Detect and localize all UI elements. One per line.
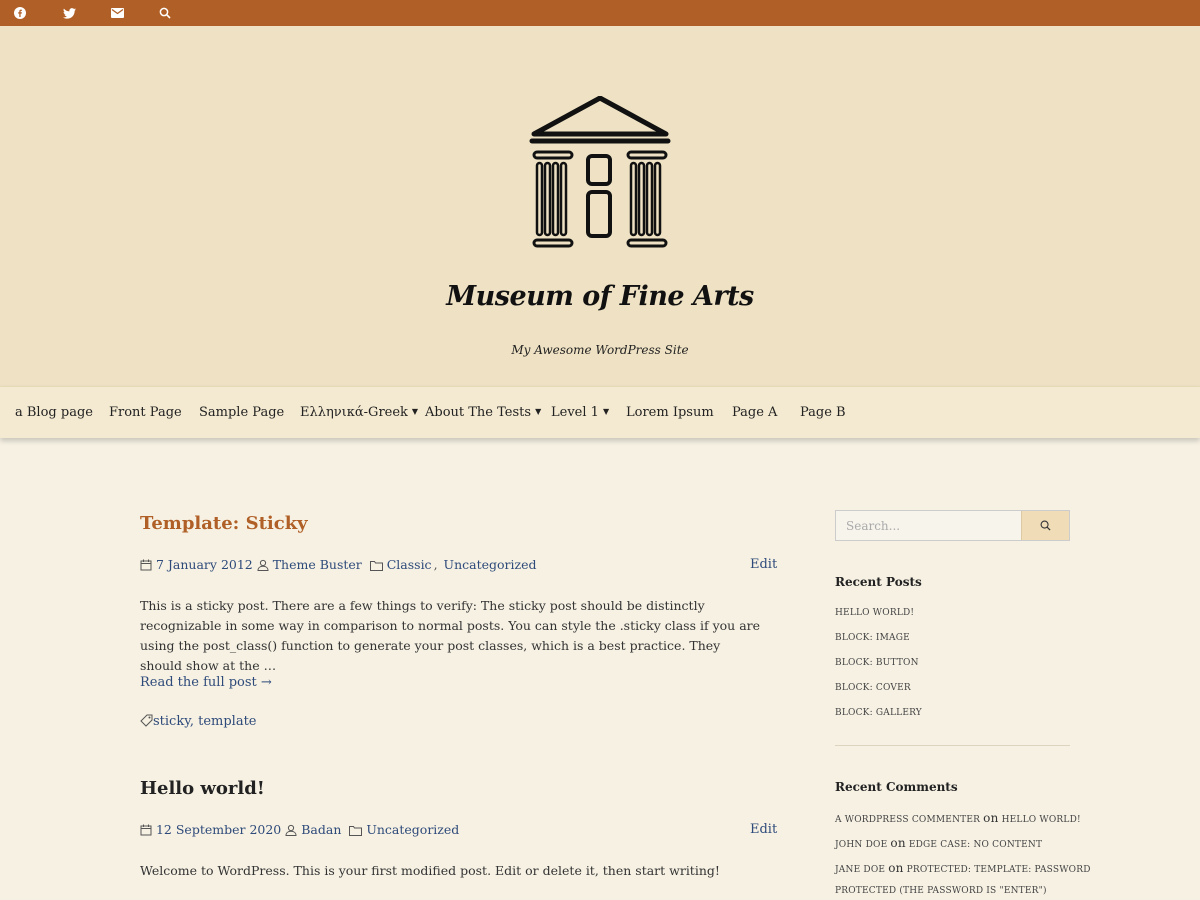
user-icon	[285, 824, 297, 836]
nav-item-greek[interactable]: Ελληνικά-Greek ▼	[300, 405, 418, 420]
caret-down-icon: ▼	[535, 407, 542, 416]
category-link[interactable]: Uncategorized	[366, 822, 459, 837]
post-excerpt: Welcome to WordPress. This is your first…	[140, 863, 720, 878]
search-icon[interactable]	[157, 5, 173, 21]
caret-down-icon: ▼	[411, 407, 419, 416]
museum-building-icon[interactable]	[528, 95, 672, 256]
comment-post-link[interactable]: Edge Case: No Content	[909, 840, 1042, 850]
post-meta: 7 January 2012 Theme Buster Classic, Unc…	[140, 557, 536, 572]
comment-author-link[interactable]: Jane Doe	[835, 865, 885, 875]
post-date[interactable]: 12 September 2020	[156, 822, 281, 837]
post-meta: 12 September 2020 Badan Uncategorized	[140, 822, 459, 837]
search-input[interactable]	[836, 511, 1022, 540]
comment-post-link[interactable]: Protected (the password is "enter")	[835, 886, 1047, 896]
tag-link[interactable]: template	[198, 714, 256, 729]
nav-item-sample-page[interactable]: Sample Page	[199, 405, 284, 420]
recent-comments-title: Recent Comments	[835, 780, 958, 794]
nav-item-blog-page[interactable]: a Blog page	[15, 405, 93, 420]
nav-item-page-b[interactable]: Page B	[800, 405, 846, 420]
social-bar	[0, 0, 1200, 26]
site-title[interactable]: Museum of Fine Arts	[0, 281, 1200, 312]
nav-item-level-1[interactable]: Level 1 ▼	[551, 405, 609, 420]
edit-link[interactable]: Edit	[750, 822, 777, 837]
post-author[interactable]: Badan	[301, 822, 341, 837]
caret-down-icon: ▼	[602, 407, 610, 416]
twitter-icon[interactable]	[61, 5, 77, 21]
post-date[interactable]: 7 January 2012	[156, 557, 253, 572]
post-title[interactable]: Template: Sticky	[140, 513, 308, 534]
nav-item-front-page[interactable]: Front Page	[109, 405, 182, 420]
category-link[interactable]: Classic	[387, 557, 432, 572]
site-tagline: My Awesome WordPress Site	[511, 343, 689, 357]
comment-post-link[interactable]: Hello world!	[1002, 815, 1081, 825]
category-link[interactable]: Uncategorized	[444, 557, 537, 572]
folder-icon	[349, 826, 363, 836]
comment-post-link[interactable]: Protected: Template: Password	[907, 865, 1091, 875]
calendar-icon	[140, 559, 152, 571]
nav-item-page-a[interactable]: Page A	[732, 405, 777, 420]
recent-comment: Protected (the password is "enter")	[835, 886, 1047, 896]
recent-post-link[interactable]: Block: Gallery	[835, 708, 922, 718]
recent-post-link[interactable]: Block: Cover	[835, 683, 911, 693]
recent-post-link[interactable]: Block: Image	[835, 633, 910, 643]
recent-comment: Jane Doe on Protected: Template: Passwor…	[835, 861, 1091, 875]
recent-comment: A WordPress Commenter on Hello world!	[835, 811, 1081, 825]
tag-icon	[140, 714, 153, 727]
post-title[interactable]: Hello world!	[140, 778, 265, 799]
folder-icon	[369, 561, 383, 571]
nav-item-lorem-ipsum[interactable]: Lorem Ipsum	[626, 405, 714, 420]
comment-author-link[interactable]: John Doe	[835, 840, 887, 850]
search-form	[835, 510, 1070, 541]
recent-post-link[interactable]: Hello world!	[835, 608, 914, 618]
calendar-icon	[140, 824, 152, 836]
user-icon	[257, 559, 269, 571]
recent-posts-title: Recent Posts	[835, 575, 922, 589]
main-navigation: a Blog page Front Page Sample Page Ελλην…	[0, 386, 1200, 438]
site-header: Museum of Fine Arts My Awesome WordPress…	[0, 26, 1200, 386]
tag-link[interactable]: sticky	[153, 714, 190, 729]
comment-author-link[interactable]: A WordPress Commenter	[835, 815, 980, 825]
search-icon	[1040, 520, 1051, 531]
search-button[interactable]	[1021, 511, 1069, 540]
divider	[835, 745, 1070, 746]
read-more-link[interactable]: Read the full post →	[140, 675, 272, 690]
edit-link[interactable]: Edit	[750, 557, 777, 572]
post-author[interactable]: Theme Buster	[273, 557, 362, 572]
post-tags: sticky, template	[140, 714, 257, 729]
facebook-icon[interactable]	[12, 5, 28, 21]
nav-item-about-tests[interactable]: About The Tests ▼	[425, 405, 541, 420]
post-excerpt: This is a sticky post. There are a few t…	[140, 598, 761, 673]
mail-icon[interactable]	[109, 5, 125, 21]
recent-comment: John Doe on Edge Case: No Content	[835, 836, 1043, 850]
recent-post-link[interactable]: Block: Button	[835, 658, 919, 668]
